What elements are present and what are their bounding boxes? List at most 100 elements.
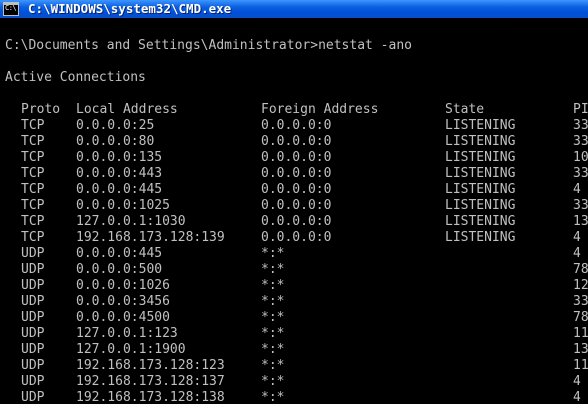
local-address-cell: 127.0.0.1:1900 [76, 342, 186, 357]
proto-cell: TCP [21, 134, 45, 149]
foreign-address-cell: *:* [261, 278, 285, 293]
state-cell: LISTENING [445, 214, 516, 229]
cmd-icon-text: C:\ [5, 4, 17, 12]
state-cell: LISTENING [445, 182, 516, 197]
state-cell: LISTENING [445, 150, 516, 165]
foreign-address-cell: *:* [261, 310, 285, 325]
state-cell: LISTENING [445, 230, 516, 245]
proto-cell: UDP [21, 358, 45, 373]
proto-cell: UDP [21, 342, 45, 357]
table-row: UDP 192.168.173.128:123 *:* 11 [0, 358, 588, 374]
table-row: UDP 192.168.173.128:138 *:* 4 [0, 390, 588, 404]
section-title: Active Connections [5, 70, 146, 85]
foreign-address-cell: 0.0.0.0:0 [261, 214, 332, 229]
pid-cell: 33 [573, 166, 588, 181]
foreign-address-cell: 0.0.0.0:0 [261, 150, 332, 165]
pid-cell: 33 [573, 294, 588, 309]
proto-cell: TCP [21, 150, 45, 165]
proto-cell: TCP [21, 214, 45, 229]
pid-cell: 12 [573, 278, 588, 293]
proto-cell: UDP [21, 390, 45, 404]
table-row: UDP 0.0.0.0:1026 *:* 12 [0, 278, 588, 294]
foreign-address-cell: 0.0.0.0:0 [261, 182, 332, 197]
pid-cell: 11 [573, 326, 588, 341]
table-row: TCP 0.0.0.0:80 0.0.0.0:0 LISTENING 33 [0, 134, 588, 150]
table-row: TCP 0.0.0.0:135 0.0.0.0:0 LISTENING 10 [0, 150, 588, 166]
local-address-cell: 0.0.0.0:3456 [76, 294, 170, 309]
pid-cell: 33 [573, 118, 588, 133]
table-row: UDP 127.0.0.1:123 *:* 11 [0, 326, 588, 342]
proto-cell: UDP [21, 246, 45, 261]
foreign-address-cell: *:* [261, 342, 285, 357]
local-address-cell: 192.168.173.128:123 [76, 358, 225, 373]
table-row: UDP 0.0.0.0:445 *:* 4 [0, 246, 588, 262]
pid-cell: 4 [573, 390, 581, 404]
header-foreign-address: Foreign Address [261, 102, 379, 117]
local-address-cell: 127.0.0.1:1030 [76, 214, 186, 229]
table-row: UDP 192.168.173.128:137 *:* 4 [0, 374, 588, 390]
table-header: Proto Local Address Foreign Address Stat… [0, 102, 588, 118]
pid-cell: 4 [573, 230, 581, 245]
title-bar[interactable]: C:\ C:\WINDOWS\system32\CMD.exe [0, 0, 588, 18]
table-row: TCP 0.0.0.0:1025 0.0.0.0:0 LISTENING 33 [0, 198, 588, 214]
pid-cell: 4 [573, 246, 581, 261]
header-pid: PI [573, 102, 588, 117]
local-address-cell: 0.0.0.0:500 [76, 262, 163, 277]
pid-cell: 33 [573, 198, 588, 213]
console-output[interactable]: C:\Documents and Settings\Administrator>… [0, 18, 588, 404]
header-local-address: Local Address [76, 102, 178, 117]
proto-cell: TCP [21, 182, 45, 197]
pid-cell: 4 [573, 374, 581, 389]
pid-cell: 33 [573, 134, 588, 149]
state-cell: LISTENING [445, 198, 516, 213]
table-row: TCP 192.168.173.128:139 0.0.0.0:0 LISTENING… [0, 230, 588, 246]
foreign-address-cell: *:* [261, 246, 285, 261]
cmd-icon[interactable]: C:\ [3, 2, 19, 16]
window-title: C:\WINDOWS\system32\CMD.exe [28, 1, 232, 16]
local-address-cell: 127.0.0.1:123 [76, 326, 178, 341]
table-row: UDP 127.0.0.1:1900 *:* 13 [0, 342, 588, 358]
local-address-cell: 192.168.173.128:138 [76, 390, 225, 404]
table-row: TCP 0.0.0.0:443 0.0.0.0:0 LISTENING 33 [0, 166, 588, 182]
pid-cell: 78 [573, 262, 588, 277]
table-row: TCP 0.0.0.0:445 0.0.0.0:0 LISTENING 4 [0, 182, 588, 198]
local-address-cell: 0.0.0.0:135 [76, 150, 163, 165]
table-row: TCP 0.0.0.0:25 0.0.0.0:0 LISTENING 33 [0, 118, 588, 134]
foreign-address-cell: 0.0.0.0:0 [261, 134, 332, 149]
pid-cell: 11 [573, 358, 588, 373]
pid-cell: 13 [573, 342, 588, 357]
prompt-line: C:\Documents and Settings\Administrator>… [5, 38, 412, 53]
local-address-cell: 0.0.0.0:443 [76, 166, 163, 181]
table-row: TCP 127.0.0.1:1030 0.0.0.0:0 LISTENING 13 [0, 214, 588, 230]
proto-cell: TCP [21, 118, 45, 133]
local-address-cell: 0.0.0.0:445 [76, 246, 163, 261]
local-address-cell: 0.0.0.0:80 [76, 134, 155, 149]
proto-cell: UDP [21, 294, 45, 309]
proto-cell: UDP [21, 374, 45, 389]
proto-cell: UDP [21, 310, 45, 325]
proto-cell: UDP [21, 278, 45, 293]
foreign-address-cell: 0.0.0.0:0 [261, 166, 332, 181]
pid-cell: 10 [573, 150, 588, 165]
proto-cell: UDP [21, 262, 45, 277]
table-row: UDP 0.0.0.0:3456 *:* 33 [0, 294, 588, 310]
local-address-cell: 0.0.0.0:4500 [76, 310, 170, 325]
proto-cell: TCP [21, 198, 45, 213]
proto-cell: UDP [21, 326, 45, 341]
foreign-address-cell: 0.0.0.0:0 [261, 230, 332, 245]
foreign-address-cell: *:* [261, 374, 285, 389]
foreign-address-cell: *:* [261, 294, 285, 309]
local-address-cell: 0.0.0.0:1025 [76, 198, 170, 213]
proto-cell: TCP [21, 230, 45, 245]
header-state: State [445, 102, 485, 117]
local-address-cell: 0.0.0.0:1026 [76, 278, 170, 293]
foreign-address-cell: 0.0.0.0:0 [261, 118, 332, 133]
table-row: UDP 0.0.0.0:4500 *:* 78 [0, 310, 588, 326]
state-cell: LISTENING [445, 166, 516, 181]
foreign-address-cell: *:* [261, 262, 285, 277]
foreign-address-cell: *:* [261, 358, 285, 373]
pid-cell: 4 [573, 182, 581, 197]
proto-cell: TCP [21, 166, 45, 181]
local-address-cell: 0.0.0.0:445 [76, 182, 163, 197]
pid-cell: 13 [573, 214, 588, 229]
